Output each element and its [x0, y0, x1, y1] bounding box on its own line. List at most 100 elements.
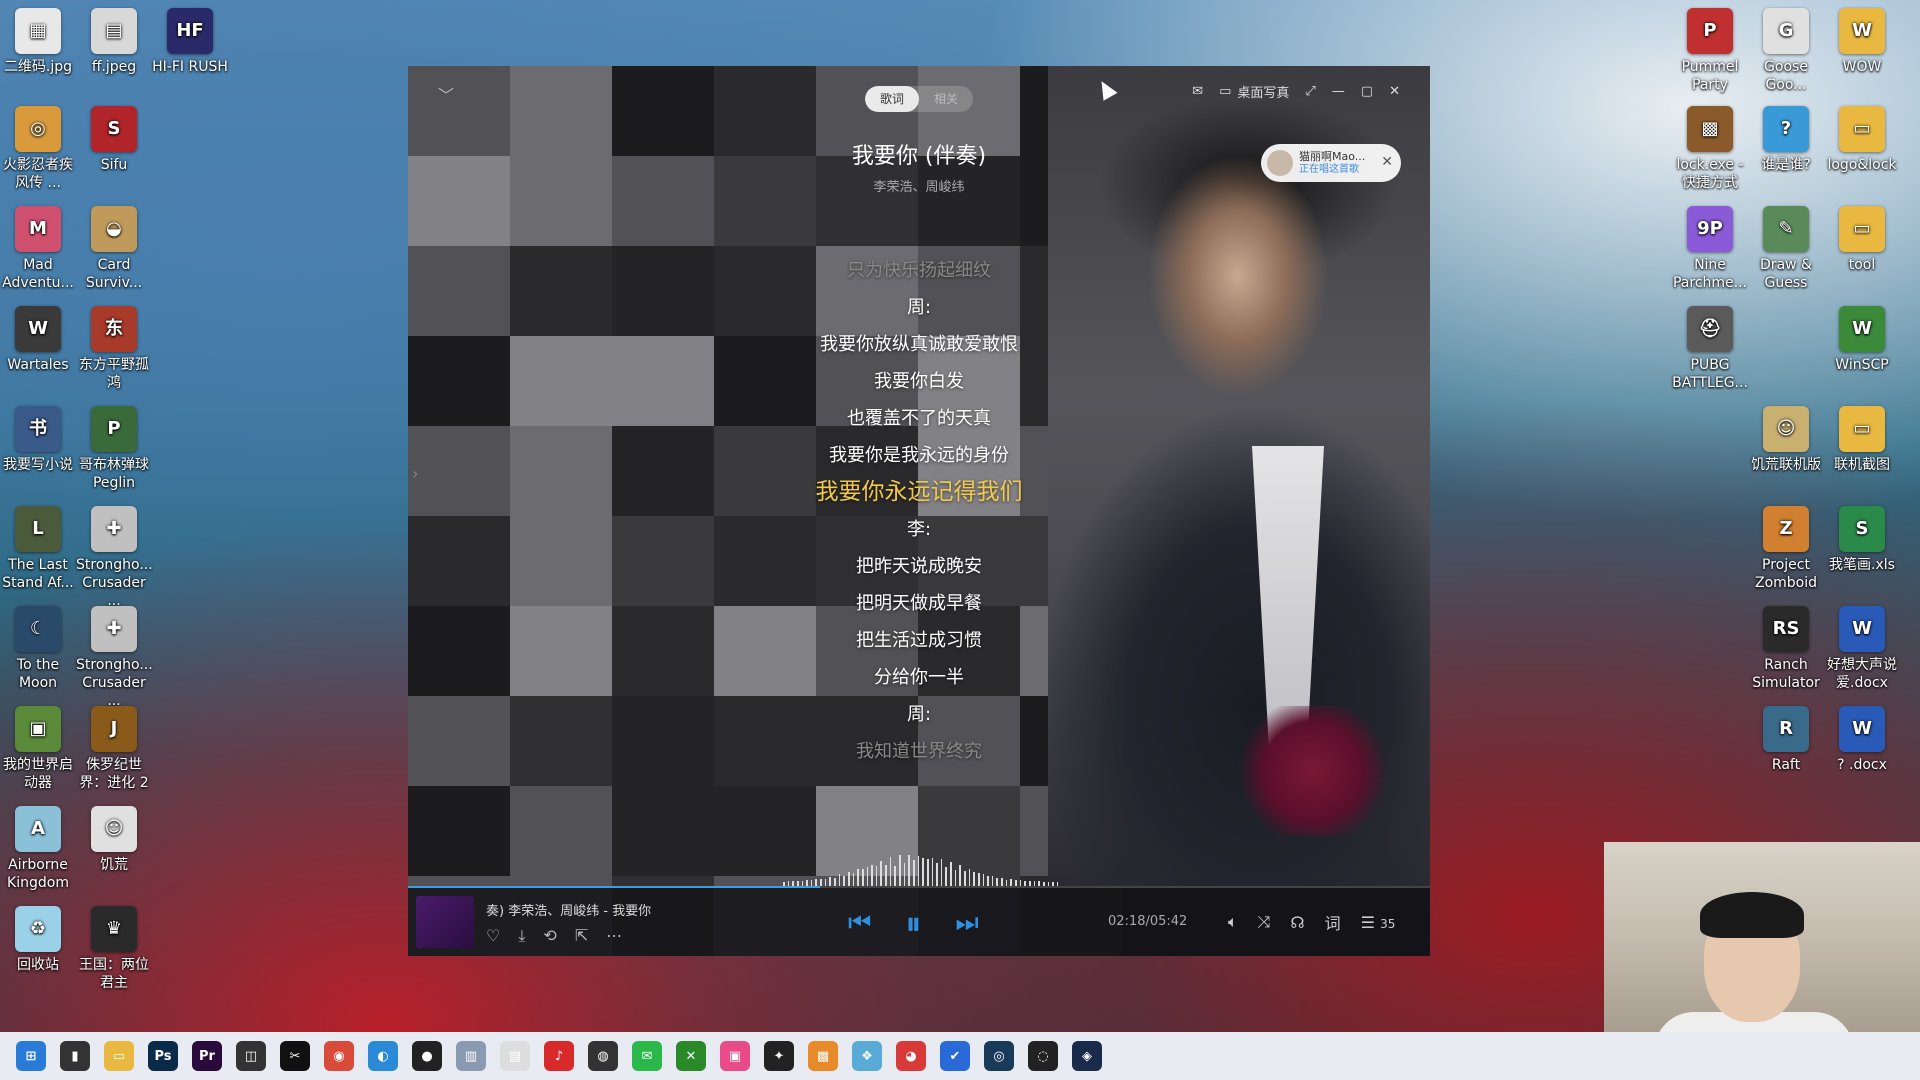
- desktop-icon[interactable]: Z Project Zomboid: [1748, 506, 1824, 592]
- desktop-icon[interactable]: S 我笔画.xls: [1824, 506, 1900, 574]
- desktop-icon[interactable]: W ? .docx: [1824, 706, 1900, 774]
- playlist-button[interactable]: ☰ 35: [1361, 913, 1396, 932]
- lyric-line[interactable]: 我要你放纵真诚敢爱敢恨: [408, 326, 1430, 363]
- current-lyric-line[interactable]: 我要你永远记得我们: [408, 474, 1430, 511]
- desktop-icon[interactable]: ? 谁是谁?: [1748, 106, 1824, 174]
- lyric-line[interactable]: 只为快乐扬起细纹: [408, 252, 1430, 289]
- app9-icon[interactable]: ✔: [940, 1041, 970, 1071]
- previous-track-icon[interactable]: ⏮: [848, 908, 871, 939]
- desktop-icon[interactable]: ✚ Strongho... Crusader ...: [76, 506, 153, 610]
- notification-close-icon[interactable]: ✕: [1381, 154, 1393, 170]
- desktop-icon[interactable]: ◒ Card Surviv...: [76, 206, 152, 292]
- desktop-icon[interactable]: ☾ To the Moon: [0, 606, 76, 692]
- app11-icon[interactable]: ◌: [1028, 1041, 1058, 1071]
- lyrics-toggle-icon[interactable]: 词: [1325, 910, 1341, 934]
- desktop-icon[interactable]: ♛ 王国：两位君主: [76, 906, 152, 992]
- mail-icon[interactable]: ✉: [1192, 84, 1203, 99]
- xbox-icon[interactable]: ✕: [676, 1041, 706, 1071]
- minimize-icon[interactable]: —: [1332, 84, 1345, 99]
- edge-icon[interactable]: ◐: [368, 1041, 398, 1071]
- comment-icon[interactable]: ⟲: [543, 926, 556, 946]
- desktop-icon[interactable]: 9P Nine Parchme...: [1672, 206, 1748, 292]
- more-icon[interactable]: ⋯: [606, 926, 622, 946]
- app-icon[interactable]: ◫: [236, 1041, 266, 1071]
- fullscreen-icon[interactable]: ⤢: [1305, 84, 1315, 99]
- app2-icon[interactable]: ▥: [456, 1041, 486, 1071]
- steam-icon[interactable]: ◈: [1072, 1041, 1102, 1071]
- desktop-icon[interactable]: ▭ logo&lock: [1824, 106, 1900, 174]
- download-icon[interactable]: ⤓: [518, 926, 525, 946]
- share-icon[interactable]: ⇱: [575, 926, 588, 946]
- shuffle-icon[interactable]: ⤨: [1258, 912, 1271, 932]
- desktop-icon[interactable]: ▩ lock.exe - 快捷方式: [1672, 106, 1748, 192]
- desktop-photo-button[interactable]: ▭ 桌面写真: [1219, 82, 1289, 101]
- tab-lyrics[interactable]: 歌词: [865, 86, 919, 112]
- desktop-icon[interactable]: W WOW: [1824, 8, 1900, 76]
- next-track-icon[interactable]: ⏭: [955, 908, 978, 939]
- desktop-icon[interactable]: G Goose Goo...: [1748, 8, 1824, 94]
- app5-icon[interactable]: ✦: [764, 1041, 794, 1071]
- lyric-line[interactable]: 我知道世界终究: [408, 733, 1430, 770]
- desktop-icon[interactable]: ☺ 饥荒联机版: [1748, 406, 1824, 474]
- lyric-line[interactable]: 李:: [408, 511, 1430, 548]
- app10-icon[interactable]: ◎: [984, 1041, 1014, 1071]
- start-icon[interactable]: ⊞: [16, 1041, 46, 1071]
- app4-icon[interactable]: ▣: [720, 1041, 750, 1071]
- tab-related[interactable]: 相关: [919, 86, 973, 112]
- desktop-icon[interactable]: M Mad Adventu...: [0, 206, 76, 292]
- desktop-icon[interactable]: 东东方平野孤鸿: [76, 306, 152, 392]
- desktop-icon[interactable]: J 侏罗纪世界：进化 2: [76, 706, 152, 792]
- desktop-icon[interactable]: S Sifu: [76, 106, 152, 174]
- photoshop-icon[interactable]: Ps: [148, 1041, 178, 1071]
- record-icon[interactable]: ●: [412, 1041, 442, 1071]
- maximize-icon[interactable]: ▢: [1361, 84, 1373, 99]
- lyric-line[interactable]: 分给你一半: [408, 659, 1430, 696]
- desktop-icon[interactable]: HF HI-FI RUSH: [152, 8, 228, 76]
- notepad-icon[interactable]: ▤: [500, 1041, 530, 1071]
- explorer-icon[interactable]: ▭: [104, 1041, 134, 1071]
- desktop-icon[interactable]: R Raft: [1748, 706, 1824, 774]
- app7-icon[interactable]: ❖: [852, 1041, 882, 1071]
- desktop-icon[interactable]: L The Last Stand Af...: [0, 506, 76, 592]
- album-cover[interactable]: [416, 896, 474, 948]
- lyric-line[interactable]: 也覆盖不了的天真: [408, 400, 1430, 437]
- lyric-line[interactable]: 我要你白发: [408, 363, 1430, 400]
- listening-notification[interactable]: 猫丽啊Mao... 正在唱这首歌 ✕: [1261, 144, 1401, 182]
- lyric-line[interactable]: 我要你是我永远的身份: [408, 437, 1430, 474]
- desktop-icon[interactable]: 书我要写小说: [0, 406, 76, 474]
- terminal-icon[interactable]: ▮: [60, 1041, 90, 1071]
- desktop-icon[interactable]: RS Ranch Simulator: [1748, 606, 1824, 692]
- lyric-line[interactable]: 周:: [408, 696, 1430, 733]
- app6-icon[interactable]: ▩: [808, 1041, 838, 1071]
- premiere-icon[interactable]: Pr: [192, 1041, 222, 1071]
- headphones-icon[interactable]: ☊: [1290, 913, 1304, 932]
- desktop-icon[interactable]: P Pummel Party: [1672, 8, 1748, 94]
- app3-icon[interactable]: ◍: [588, 1041, 618, 1071]
- desktop-icon[interactable]: ▭ tool: [1824, 206, 1900, 274]
- collapse-chevron-icon[interactable]: ﹀: [438, 82, 454, 106]
- desktop-icon[interactable]: W WinSCP: [1824, 306, 1900, 374]
- desktop-icon[interactable]: ▭ 联机截图: [1824, 406, 1900, 474]
- chrome-icon[interactable]: ◉: [324, 1041, 354, 1071]
- netease-icon[interactable]: ♪: [544, 1041, 574, 1071]
- heart-icon[interactable]: ♡: [486, 926, 500, 946]
- desktop-icon[interactable]: ▤ ff.jpeg: [76, 8, 152, 76]
- desktop-icon[interactable]: ✚ Strongho... Crusader ...: [76, 606, 153, 710]
- lyric-line[interactable]: 把昨天说成晚安: [408, 548, 1430, 585]
- volume-icon[interactable]: 🔈︎: [1228, 912, 1238, 932]
- desktop-icon[interactable]: W 好想大声说爱.docx: [1824, 606, 1900, 692]
- desktop-icon[interactable]: ⛑ PUBG BATTLEG...: [1672, 306, 1748, 392]
- desktop-icon[interactable]: ▣ 我的世界启动器: [0, 706, 76, 792]
- capcut-icon[interactable]: ✂: [280, 1041, 310, 1071]
- desktop-icon[interactable]: ☺ 饥荒: [76, 806, 152, 874]
- desktop-icon[interactable]: ✎ Draw & Guess: [1748, 206, 1824, 292]
- desktop-icon[interactable]: ▦ 二维码.jpg: [0, 8, 76, 76]
- desktop-icon[interactable]: ◎ 火影忍者疾风传 ...: [0, 106, 76, 192]
- close-icon[interactable]: ✕: [1389, 84, 1400, 99]
- app8-icon[interactable]: ◕: [896, 1041, 926, 1071]
- lyric-line[interactable]: 把明天做成早餐: [408, 585, 1430, 622]
- lyric-line[interactable]: 周:: [408, 289, 1430, 326]
- desktop-icon[interactable]: A Airborne Kingdom: [0, 806, 76, 892]
- pause-icon[interactable]: ⏸: [905, 904, 921, 943]
- wechat-icon[interactable]: ✉: [632, 1041, 662, 1071]
